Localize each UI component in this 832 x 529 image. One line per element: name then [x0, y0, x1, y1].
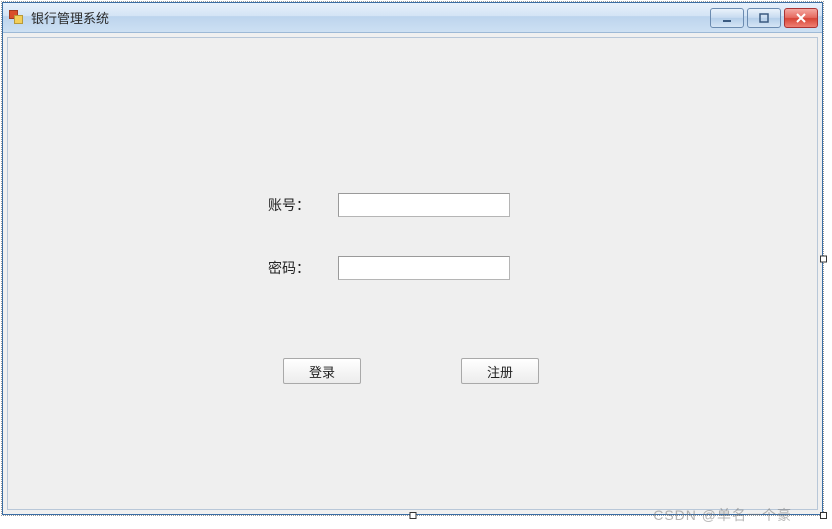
password-label: 密码：	[268, 258, 338, 278]
login-button[interactable]: 登录	[283, 358, 361, 384]
register-button[interactable]: 注册	[461, 358, 539, 384]
resize-handle-south[interactable]	[409, 512, 416, 519]
password-input[interactable]	[338, 256, 510, 280]
account-row: 账号：	[268, 193, 510, 217]
app-icon	[9, 10, 25, 26]
window-controls	[710, 8, 818, 28]
minimize-button[interactable]	[710, 8, 744, 28]
app-window: 银行管理系统 账号： 密码：	[2, 2, 823, 515]
window-title: 银行管理系统	[31, 8, 710, 27]
client-area: 账号： 密码： 登录 注册	[7, 37, 818, 510]
title-bar: 银行管理系统	[3, 3, 822, 33]
account-input[interactable]	[338, 193, 510, 217]
close-button[interactable]	[784, 8, 818, 28]
resize-handle-southeast[interactable]	[820, 512, 827, 519]
password-row: 密码：	[268, 256, 510, 280]
button-row: 登录 注册	[283, 358, 539, 384]
designer-canvas: 银行管理系统 账号： 密码：	[1, 1, 824, 516]
resize-handle-east[interactable]	[820, 255, 827, 262]
account-label: 账号：	[268, 195, 338, 215]
maximize-button[interactable]	[747, 8, 781, 28]
